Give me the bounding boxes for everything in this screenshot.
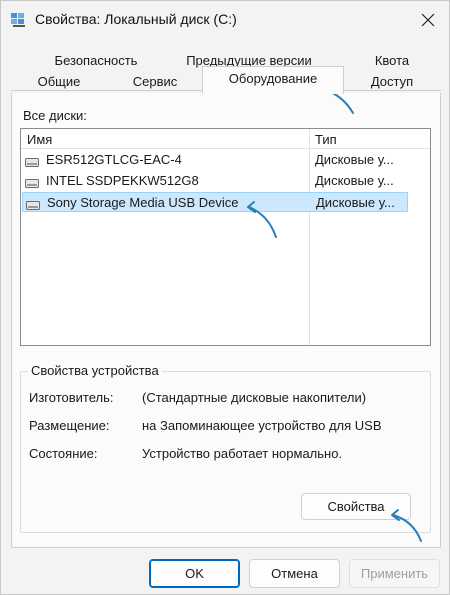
tab-hardware[interactable]: Оборудование (202, 66, 344, 94)
properties-window: Свойства: Локальный диск (C:) Безопаснос… (0, 0, 450, 595)
